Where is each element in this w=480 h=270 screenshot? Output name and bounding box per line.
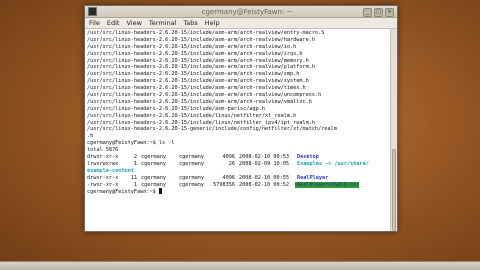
prompt: cgermany@FeistyFawn:~$ <box>87 189 159 196</box>
perm: drwxr-xr-x <box>87 174 119 181</box>
perm: lrwxrwxrwx <box>87 160 119 167</box>
text-cursor <box>158 188 162 195</box>
size: 4096 <box>222 174 236 181</box>
output-line: /usr/src/linux-headers-2.6.20-15/include… <box>87 105 266 112</box>
maximize-button[interactable]: □ <box>374 8 383 17</box>
output-line: /usr/src/linux-headers-2.6.20-15/include… <box>87 30 325 36</box>
size: 5798356 <box>213 181 235 188</box>
menu-view[interactable]: View <box>126 19 141 27</box>
file-name: RealPlayer10GOLD.bin <box>295 181 360 189</box>
output-line: /usr/src/linux-headers-2.6.20-15/include… <box>87 36 315 43</box>
menu-tabs[interactable]: Tabs <box>183 19 197 27</box>
minimize-button[interactable]: _ <box>363 8 372 17</box>
date: 2008-02-09 10:05 <box>239 160 289 167</box>
output-line: /usr/src/linux-headers-2.6.20-15/include… <box>87 43 297 50</box>
owner: cgermany <box>141 154 166 161</box>
output-line: /usr/src/linux-headers-2.6.20-15/include… <box>87 92 322 99</box>
ls-row: -rwxr-xr-x 1 cgermany cgermany 5798356 2… <box>87 181 395 189</box>
owner: cgermany <box>141 174 166 181</box>
output-line: /usr/src/linux-headers-2.6.20-15/include… <box>87 71 300 78</box>
scrollbar-thumb[interactable] <box>392 149 396 231</box>
output-line: /usr/src/linux-headers-2.6.20-15/include… <box>87 112 297 119</box>
ls-row: drwxr-xr-x 2 cgermany cgermany 4096 2008… <box>87 154 395 161</box>
output-line: /usr/src/linux-headers-2.6.20-15/include… <box>87 98 312 105</box>
perm: -rwxr-xr-x <box>87 181 119 188</box>
output-line: /usr/src/linux-headers-2.6.20-15/include… <box>87 85 306 92</box>
ls-row: drwxr-xr-x 11 cgermany cgermany 4096 200… <box>87 175 395 182</box>
output-line: /usr/src/linux-headers-2.6.20-15/include… <box>87 57 309 64</box>
group: cgermany <box>179 174 204 181</box>
group: cgermany <box>179 160 204 167</box>
perm: drwxr-xr-x <box>87 154 119 161</box>
size: 4096 <box>222 154 236 161</box>
group: cgermany <box>179 154 204 161</box>
group: cgermany <box>179 181 204 188</box>
owner: cgermany <box>141 181 166 188</box>
terminal-output[interactable]: /usr/src/linux-headers-2.6.20-15/include… <box>85 29 397 231</box>
file-name: RealPlayer <box>297 174 329 181</box>
menu-terminal[interactable]: Terminal <box>149 19 176 27</box>
menu-edit[interactable]: Edit <box>107 19 120 27</box>
scrollbar[interactable] <box>390 29 397 231</box>
size: 26 <box>228 160 235 167</box>
date: 2008-02-10 00:55 <box>239 174 289 181</box>
prompt-line[interactable]: cgermany@FeistyFawn:~$ <box>87 188 395 195</box>
menu-file[interactable]: File <box>89 19 100 27</box>
terminal-icon <box>88 7 97 16</box>
file-name: Examples -> /usr/share/ <box>297 160 369 167</box>
terminal-window: cgermany@FeistyFawn: ~ _ □ × File Edit V… <box>84 5 398 232</box>
date: 2008-02-10 00:53 <box>239 154 289 161</box>
file-name: Desktop <box>297 154 319 161</box>
output-line: /usr/src/linux-headers-2.6.20-15-generic… <box>87 126 337 133</box>
output-line: /usr/src/linux-headers-2.6.20-15/include… <box>87 119 315 126</box>
output-line: /usr/src/linux-headers-2.6.20-15/include… <box>87 50 303 57</box>
close-button[interactable]: × <box>385 8 394 17</box>
window-title: cgermany@FeistyFawn: ~ <box>201 7 293 16</box>
date: 2008-02-10 00:52 <box>239 181 289 188</box>
title-bar[interactable]: cgermany@FeistyFawn: ~ _ □ × <box>85 6 397 18</box>
command-line: cgermany@FeistyFawn:~$ ls -l <box>87 140 175 147</box>
output-line: .h <box>87 133 94 140</box>
owner: cgermany <box>141 160 166 167</box>
taskbar <box>0 261 480 270</box>
total-line: total 5876 <box>87 147 119 154</box>
wrapped-line: example-content <box>87 167 134 174</box>
menu-bar: File Edit View Terminal Tabs Help <box>85 18 397 29</box>
output-line: /usr/src/linux-headers-2.6.20-15/include… <box>87 64 315 71</box>
ls-row: lrwxrwxrwx 1 cgermany cgermany 26 2008-0… <box>87 161 395 168</box>
output-line: /usr/src/linux-headers-2.6.20-15/include… <box>87 78 309 85</box>
window-controls: _ □ × <box>363 8 394 17</box>
menu-help[interactable]: Help <box>205 19 220 27</box>
